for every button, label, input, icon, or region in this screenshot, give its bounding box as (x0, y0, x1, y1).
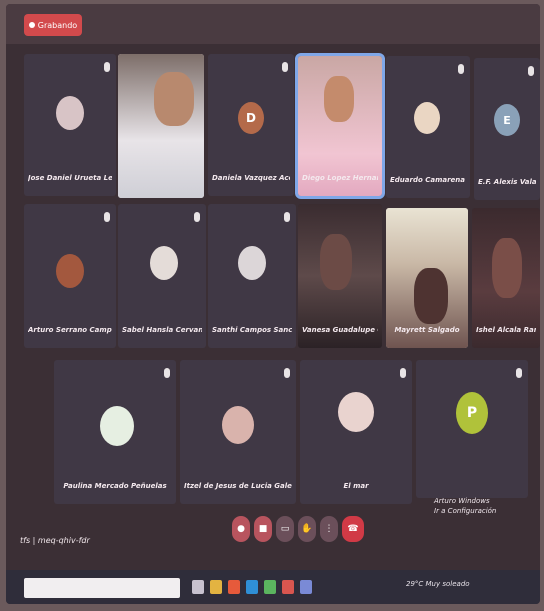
mic-muted-icon (516, 368, 522, 378)
avatar-letter: P (456, 392, 488, 434)
participant-tile-video[interactable] (118, 54, 204, 198)
mic-muted-icon (284, 368, 290, 378)
mic-muted-icon (164, 368, 170, 378)
mic-icon: ● (237, 524, 245, 534)
participant-tile[interactable]: El mar (300, 360, 412, 504)
meeting-controls: ● ■ ▭ ✋ ⋮ ☎ (6, 504, 540, 562)
task-view-icon[interactable] (192, 580, 204, 594)
participant-tile[interactable]: Arturo Serrano Campos (24, 204, 116, 348)
participant-tile[interactable]: Eduardo Camarena Zacarias (386, 56, 470, 198)
avatar (56, 96, 84, 130)
person-face (320, 234, 352, 290)
avatar (238, 246, 266, 280)
participant-name: Diego Lopez Hernandez (302, 174, 378, 182)
participant-name: Sabel Hansla Cervantes Jo.. (122, 326, 202, 334)
participant-name: Paulina Mercado Peñuelas (63, 482, 167, 490)
mic-muted-icon (458, 64, 464, 74)
participant-name: Jose Daniel Urueta Leyva (28, 174, 112, 182)
person-face (414, 268, 448, 324)
participant-name: Itzel de Jesus de Lucia Galeano (184, 482, 292, 490)
participant-tile[interactable]: Jose Daniel Urueta Leyva (24, 54, 116, 196)
participant-tile[interactable]: D Daniela Vazquez Acevedo (208, 54, 294, 196)
taskbar-search-input[interactable] (24, 578, 180, 598)
captions-icon: ▭ (280, 524, 290, 534)
participant-tile-active-speaker[interactable]: Diego Lopez Hernandez (295, 53, 385, 199)
avatar (56, 254, 84, 288)
participant-tile-video[interactable]: Vanesa Guadalupe Osuna (298, 204, 382, 348)
hand-icon: ✋ (301, 524, 313, 534)
avatar (150, 246, 178, 280)
weather-tray[interactable]: 29°C Muy soleado (406, 580, 470, 588)
avatar (338, 392, 374, 432)
mic-muted-icon (104, 212, 110, 222)
phone-hangup-icon: ☎ (347, 524, 359, 534)
person-face (492, 238, 522, 298)
raise-hand-button[interactable]: ✋ (298, 516, 316, 542)
participant-name: Mayrett Salgado (394, 326, 460, 334)
more-icon: ⋮ (324, 524, 334, 534)
app-icon[interactable] (300, 580, 312, 594)
participant-tile[interactable]: E E.F. Alexis Valadez Delgado (474, 58, 540, 200)
camera-toggle-button[interactable]: ■ (254, 516, 272, 542)
leave-call-button[interactable]: ☎ (342, 516, 364, 542)
participant-name: Arturo Serrano Campos (28, 326, 112, 334)
mic-muted-icon (104, 62, 110, 72)
edge-icon[interactable] (246, 580, 258, 594)
mic-toggle-button[interactable]: ● (232, 516, 250, 542)
chrome-icon[interactable] (264, 580, 276, 594)
participant-name: Daniela Vazquez Acevedo (212, 174, 290, 182)
avatar-letter: D (238, 102, 264, 134)
captions-button[interactable]: ▭ (276, 516, 294, 542)
participant-tile[interactable]: Paulina Mercado Peñuelas (54, 360, 176, 504)
participant-tile[interactable]: Sabel Hansla Cervantes Jo.. (118, 204, 206, 348)
record-dot-icon (28, 22, 35, 28)
participant-tile[interactable]: Santhi Campos Sanchez (208, 204, 296, 348)
person-face (154, 72, 194, 126)
participant-name: Santhi Campos Sanchez (212, 326, 292, 334)
participant-name: Eduardo Camarena Zacarias (390, 176, 466, 184)
participant-name: El mar (343, 482, 369, 490)
app-icon[interactable] (282, 580, 294, 594)
avatar (222, 406, 254, 444)
mic-muted-icon (528, 66, 534, 76)
participant-name: E.F. Alexis Valadez Delgado (478, 178, 536, 186)
more-options-button[interactable]: ⋮ (320, 516, 338, 542)
top-bar: Grabando (6, 4, 540, 44)
windows-taskbar: 29°C Muy soleado (6, 570, 540, 604)
office-icon[interactable] (228, 580, 240, 594)
participant-tile[interactable]: Itzel de Jesus de Lucia Galeano (180, 360, 296, 504)
avatar-letter: E (494, 104, 520, 136)
recording-label: Grabando (37, 20, 78, 30)
mic-muted-icon (400, 368, 406, 378)
avatar (100, 406, 134, 446)
avatar (414, 102, 440, 134)
mic-muted-icon (194, 212, 200, 222)
meeting-code: tfs | meq-qhiv-fdr (20, 536, 90, 545)
participant-tile[interactable]: P (416, 360, 528, 498)
participant-name: Ishel Alcala Ramírez (476, 326, 536, 334)
file-explorer-icon[interactable] (210, 580, 222, 594)
camera-icon: ■ (258, 524, 268, 534)
participant-name: Vanesa Guadalupe Osuna (302, 326, 378, 334)
person-face (324, 76, 354, 122)
participant-tile-video[interactable]: Ishel Alcala Ramírez (472, 208, 540, 348)
meet-window: Grabando Jose Daniel Urueta Leyva D Dani… (6, 4, 540, 604)
recording-indicator[interactable]: Grabando (24, 14, 82, 36)
participant-tile-video[interactable]: Mayrett Salgado (386, 208, 468, 348)
mic-muted-icon (284, 212, 290, 222)
mic-muted-icon (282, 62, 288, 72)
